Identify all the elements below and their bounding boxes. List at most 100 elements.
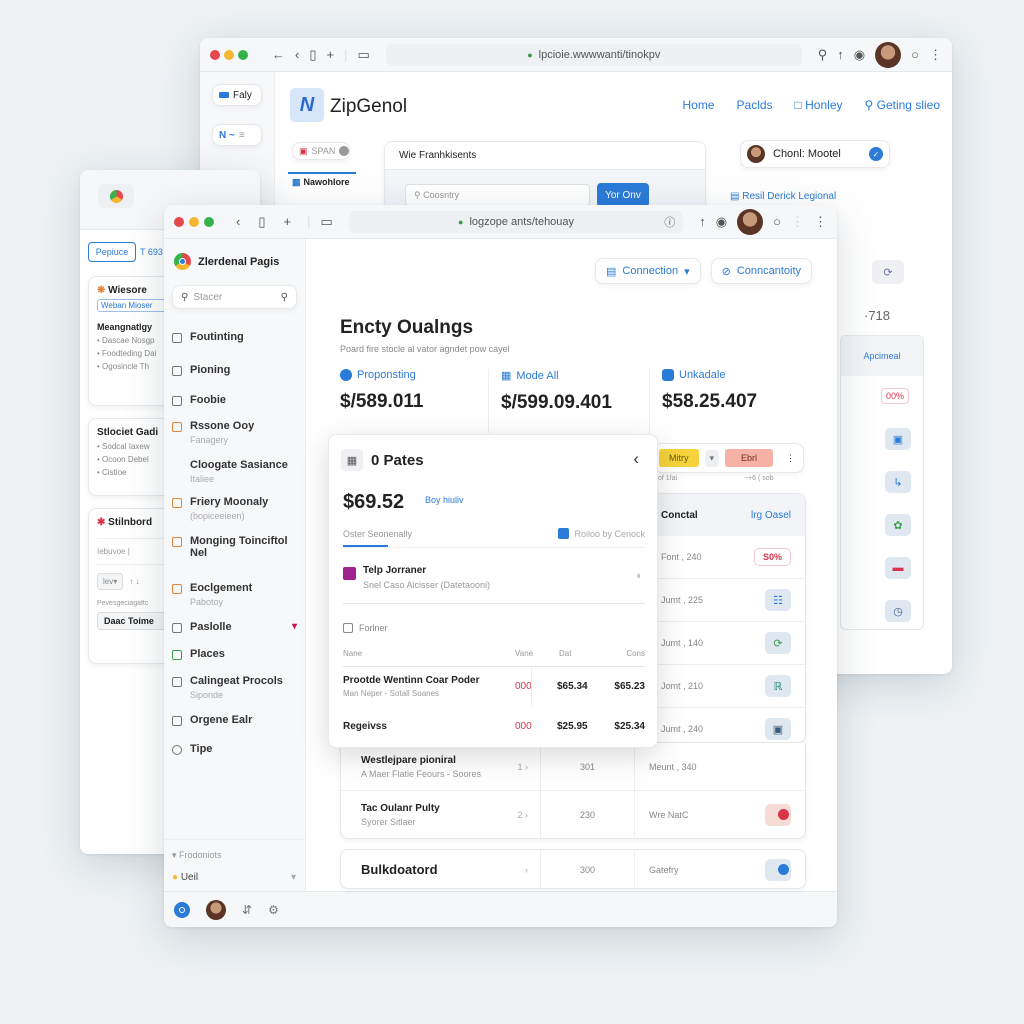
row-count[interactable]: › — [525, 865, 528, 875]
column-header[interactable]: Nane — [343, 649, 362, 658]
circle-icon[interactable]: ○ — [773, 214, 781, 229]
card1-button[interactable]: Weban Mioser — [97, 299, 169, 312]
connection-dropdown[interactable]: ▤ Connection ▾ — [595, 258, 701, 284]
card3-field[interactable]: Iebuvoe | — [97, 538, 169, 565]
sidebar-item[interactable]: Paslolle ▾ — [164, 621, 305, 633]
phone-icon[interactable]: ☷ — [765, 589, 791, 611]
sidebar-item[interactable]: Friery Moonaly (bopiceeieen) — [164, 496, 305, 521]
address-bar[interactable]: ● lpcioie.wwwwanti/tinokpv — [385, 43, 802, 66]
nav-honley[interactable]: □ Honley — [795, 98, 843, 112]
card2-item[interactable]: • Ocoon Debel — [97, 453, 169, 466]
toggle-icon[interactable]: ◐ — [636, 570, 643, 582]
more-icon[interactable]: ⋮ — [786, 453, 799, 464]
menu-icon[interactable]: ⋮ — [929, 47, 942, 63]
nav-geting[interactable]: ⚲ Geting slieo — [865, 98, 941, 112]
user-chip[interactable]: Chonl: Mootel ✓ — [740, 140, 890, 168]
table-row[interactable]: Westlejpare pioniral A Maer Flatie Feours… — [341, 743, 805, 791]
back-icon[interactable]: ← — [272, 47, 285, 62]
close-dot[interactable] — [174, 216, 184, 227]
nawohlore-tab[interactable]: ▦ Nawohlore — [288, 172, 356, 190]
column-header[interactable]: Dat — [559, 649, 571, 658]
minimize-dot[interactable] — [224, 49, 234, 60]
user-avatar[interactable] — [206, 899, 226, 920]
footer-item[interactable]: ● Ueil ▾ — [172, 872, 296, 883]
card-icon[interactable]: ▬ — [885, 557, 911, 579]
row-count[interactable]: 2 › — [517, 810, 528, 820]
search-submit-button[interactable]: Yor Onv — [597, 183, 649, 207]
search-icon[interactable]: ⚲ — [818, 47, 828, 63]
toggle-switch[interactable] — [765, 858, 791, 881]
faly-button[interactable]: Faly — [212, 84, 262, 106]
ebrl-button[interactable]: Ebrl — [725, 449, 774, 467]
card3-select[interactable]: lev▾ — [97, 573, 124, 590]
other-tab[interactable]: T 693 — [140, 247, 163, 257]
span-chip[interactable]: ▣ SPAN — [292, 142, 350, 160]
table-row[interactable]: Bulkdoatord › 300 Gatefry — [341, 850, 805, 888]
sidebar-item[interactable]: Rssone Ooy Fanagery — [164, 420, 305, 445]
settings-icon[interactable]: ⚙ — [268, 903, 279, 917]
card1-item[interactable]: • Dascae Nosgp — [97, 334, 169, 347]
minimize-dot[interactable] — [189, 216, 199, 227]
table-row[interactable]: Tac Oulanr Pulty Syorer Sitlaer 2 › 230 Wre … — [341, 791, 805, 838]
popup-item-title[interactable]: Telp Jorraner — [363, 565, 426, 576]
sidebar-item[interactable]: Monging Toinciftol Nel — [164, 535, 305, 559]
price-link[interactable]: Boy hiuliv — [425, 495, 464, 505]
column-header[interactable]: lrg Oasel — [751, 510, 791, 521]
sidebar-item[interactable]: Cloogate Sasiance Italiee — [164, 459, 305, 484]
mitry-button[interactable]: Mitry — [659, 449, 699, 467]
column-header[interactable]: Cons — [626, 649, 645, 658]
sidebar-item[interactable]: Foobie — [164, 394, 305, 406]
legal-link[interactable]: ▤ Resil Derick Legional — [730, 191, 836, 202]
row-count[interactable]: 1 › — [517, 762, 528, 772]
popup-tab-right[interactable]: Roiloo by Cenock — [558, 528, 645, 539]
nav-home[interactable]: Home — [683, 98, 715, 112]
chevron-left-icon[interactable]: ‹ — [633, 449, 639, 469]
sidebar-item[interactable]: Orgene Ealr — [164, 714, 305, 726]
table-row[interactable]: Jomt , 210 ℝ — [647, 665, 805, 708]
r-icon[interactable]: ℝ — [765, 675, 791, 697]
lock-icon[interactable]: ▣ — [885, 428, 911, 450]
page-icon[interactable]: ▭ — [320, 214, 332, 230]
location-icon[interactable] — [174, 901, 190, 918]
info-icon[interactable]: ⓘ — [664, 214, 675, 230]
table-row[interactable]: Regeivss 000 $25.95 $25.34 — [343, 707, 645, 747]
menu-icon[interactable]: ⋮ — [814, 214, 827, 230]
sidebar-item[interactable]: Pioning — [164, 364, 305, 376]
n-toggle-button[interactable]: N ~ ≡ — [212, 124, 262, 146]
sync-icon[interactable]: ⇵ — [242, 903, 252, 917]
sidebar-item[interactable]: Places — [164, 648, 305, 660]
footer-group[interactable]: ▾ Frodoniots — [172, 850, 222, 861]
table-row[interactable]: Jumt , 240 ▣ — [647, 708, 805, 742]
column-header[interactable]: Conctal — [661, 510, 698, 521]
share-icon[interactable]: ↑ — [837, 47, 844, 62]
extension-icon[interactable]: ◉ — [716, 214, 727, 230]
back-icon[interactable]: ‹ — [236, 214, 240, 229]
table-row[interactable]: Prootde Wentinn Coar Poder Man Neper - So… — [343, 667, 645, 707]
sidebar-search-input[interactable]: ⚲ Stacer ⚲ — [172, 285, 297, 309]
search-icon[interactable]: ⚲ — [281, 292, 288, 303]
table-row[interactable]: Jumt , 225 ☷ — [647, 579, 805, 622]
address-bar[interactable]: ● loɡzope ants/tehouay ⓘ — [348, 210, 684, 233]
dismiss-icon[interactable] — [339, 146, 349, 156]
chevron-down-icon[interactable]: ▾ — [292, 621, 297, 632]
refresh-icon[interactable]: ⟳ — [765, 632, 791, 654]
popup-tab-active[interactable]: Oster Seonenally — [343, 529, 412, 539]
sidebar-item[interactable]: Eoclgement Pabotoy — [164, 582, 305, 607]
clock-icon[interactable]: ◷ — [885, 600, 911, 622]
forward-icon[interactable]: ‹ — [295, 47, 299, 62]
close-dot[interactable] — [210, 49, 220, 60]
page-icon[interactable]: ▭ — [357, 47, 369, 63]
maximize-dot[interactable] — [238, 49, 248, 60]
profile-avatar[interactable] — [875, 41, 902, 68]
table-row[interactable]: Jumt , 140 ⟳ — [647, 622, 805, 665]
toggle-switch[interactable] — [765, 803, 791, 826]
nav-paclds[interactable]: Paclds — [737, 98, 773, 112]
extension-icon[interactable]: ◉ — [854, 47, 865, 63]
country-search-input[interactable]: ⚲ Coosntry — [405, 184, 590, 206]
card2-item[interactable]: • Sodcal Iaxew — [97, 440, 169, 453]
sidebar-item[interactable]: Foutinting — [164, 331, 305, 343]
card1-item[interactable]: • Ogosincle Th — [97, 360, 169, 373]
tab-icon[interactable]: ▯ — [258, 214, 265, 230]
leaf-icon[interactable]: ✿ — [885, 514, 911, 536]
sidebar-item[interactable]: Tipe — [164, 743, 305, 755]
